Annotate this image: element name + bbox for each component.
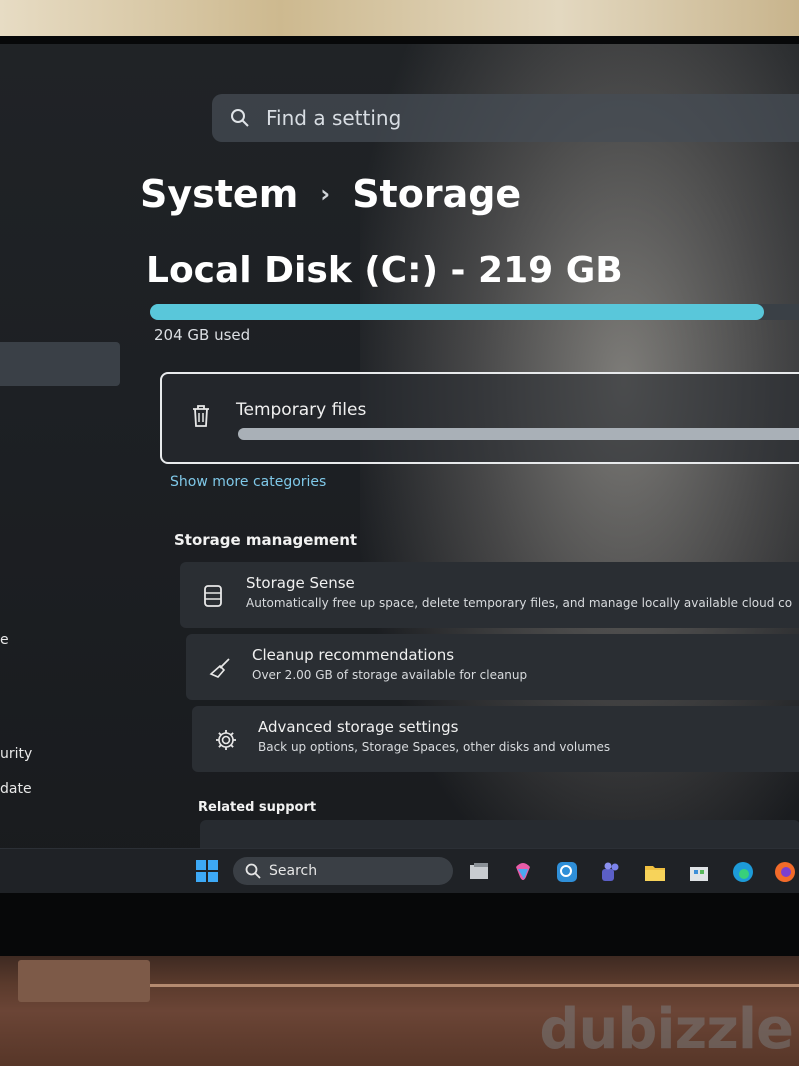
store-icon[interactable] [688,861,710,883]
hinge-line [150,984,799,987]
page-title: Storage [352,172,522,216]
disk-used-text: 204 GB used [154,326,251,344]
search-icon [245,863,261,879]
cleanup-recommendations-title: Cleanup recommendations [252,646,455,664]
temporary-files-card[interactable]: Temporary files [160,372,799,464]
screen: e urity date Find a setting System › Sto… [0,44,799,890]
chevron-right-icon: › [320,180,331,208]
hinge-tab [18,960,150,1002]
broom-icon [209,658,230,678]
storage-sense-description: Automatically free up space, delete temp… [246,596,793,610]
temporary-files-label: Temporary files [236,400,367,420]
disk-usage-fill [150,304,764,320]
search-placeholder: Find a setting [266,106,402,130]
advanced-storage-settings-card[interactable]: Advanced storage settings Back up option… [192,706,799,772]
teams-icon[interactable] [600,861,622,883]
disk-title: Local Disk (C:) - 219 GB [146,250,623,291]
cleanup-recommendations-description: Over 2.00 GB of storage available for cl… [252,668,528,682]
file-explorer-icon[interactable] [644,861,666,883]
firefox-icon[interactable] [774,861,796,883]
search-icon [231,109,249,127]
edge-icon[interactable] [732,861,754,883]
sidebar-item-partial-3[interactable]: date [0,781,32,797]
task-view-icon[interactable] [468,861,490,883]
background-wall [0,0,799,40]
cleanup-recommendations-card[interactable]: Cleanup recommendations Over 2.00 GB of … [186,634,799,700]
advanced-storage-settings-title: Advanced storage settings [258,718,459,736]
storage-management-heading: Storage management [174,531,358,549]
sidebar-item-partial-2[interactable]: urity [0,746,32,762]
gear-icon [216,730,236,750]
advanced-storage-settings-description: Back up options, Storage Spaces, other d… [258,740,611,754]
sidebar-selected-item[interactable] [0,342,120,386]
disk-usage-bar [150,304,799,320]
sidebar-item-partial-1[interactable]: e [0,632,9,648]
storage-sense-card[interactable]: Storage Sense Automatically free up spac… [180,562,799,628]
temporary-files-bar [238,428,799,440]
storage-sense-icon [204,585,222,607]
search-app-icon[interactable] [556,861,578,883]
copilot-icon[interactable] [512,861,534,883]
temporary-files-fill [238,428,799,440]
storage-sense-title: Storage Sense [246,574,355,592]
breadcrumb-parent[interactable]: System [140,172,298,216]
breadcrumb: System › Storage [140,172,521,216]
taskbar: Search [0,848,799,893]
taskbar-search-label: Search [269,863,318,879]
search-input[interactable]: Find a setting [212,94,799,142]
trash-icon [193,405,209,427]
related-support-heading: Related support [198,800,317,815]
watermark-logo: dubizzle [539,997,794,1062]
taskbar-search[interactable]: Search [233,857,453,885]
windows-start-icon[interactable] [196,860,218,882]
show-more-categories-link[interactable]: Show more categories [170,474,326,490]
